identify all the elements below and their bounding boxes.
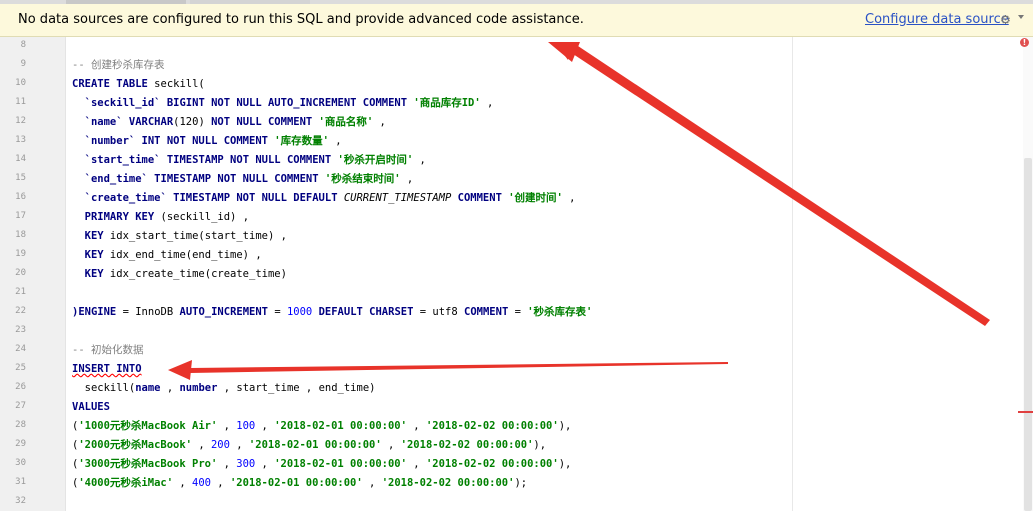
annotation-overlay: [168, 42, 990, 380]
arrow-icon: [548, 42, 990, 326]
arrow-icon: [168, 360, 728, 380]
